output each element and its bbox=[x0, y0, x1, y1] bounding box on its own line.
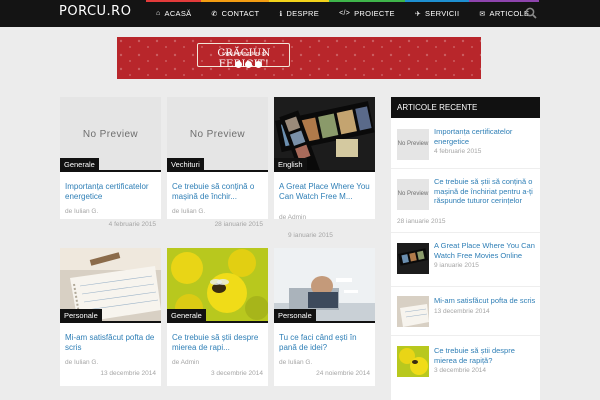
post-author[interactable]: de Admin bbox=[167, 359, 268, 366]
recent-article-title[interactable]: Ce trebuie să știi să conțină o mașină d… bbox=[434, 177, 536, 206]
category-badge[interactable]: Personale bbox=[274, 309, 316, 323]
recent-article-item[interactable]: A Great Place Where You Can Watch Free M… bbox=[391, 233, 540, 287]
post-author[interactable]: de Iulian G. bbox=[167, 208, 268, 215]
nav-color-stripe bbox=[329, 0, 405, 2]
recent-article-thumbnail[interactable] bbox=[397, 243, 429, 274]
post-thumbnail[interactable]: Generale bbox=[167, 248, 268, 323]
info-icon: ℹ bbox=[279, 10, 283, 18]
nav-color-stripe bbox=[146, 0, 202, 2]
post-author[interactable]: de Iulian G. bbox=[60, 208, 161, 215]
recent-articles-widget: ARTICOLE RECENTE No Preview Importanța c… bbox=[391, 97, 540, 400]
post-thumbnail[interactable]: No Preview Generale bbox=[60, 97, 161, 172]
post-card[interactable]: Personale Tu ce faci când ești în pană d… bbox=[274, 248, 375, 386]
post-title[interactable]: Ce trebuie să știi despre mierea de rapi… bbox=[167, 323, 268, 357]
nav-item-servicii[interactable]: ✈ SERVICII bbox=[404, 0, 470, 27]
post-date: 24 noiembrie 2014 bbox=[316, 370, 370, 377]
nav-color-stripe bbox=[404, 0, 470, 2]
recent-article-item[interactable]: No Preview Ce trebuie să știi să conțină… bbox=[391, 169, 540, 233]
film-strip-image bbox=[397, 243, 429, 274]
no-preview-label: No Preview bbox=[189, 129, 246, 140]
post-date: 28 ianuarie 2015 bbox=[214, 221, 263, 228]
post-title[interactable]: Importanța certificatelor energetice bbox=[60, 172, 161, 206]
post-card[interactable]: No Preview Vechituri Ce trebuie să conți… bbox=[167, 97, 268, 228]
category-badge[interactable]: Generale bbox=[167, 309, 206, 323]
no-preview-label: No Preview bbox=[397, 191, 429, 197]
nav-item-despre[interactable]: ℹ DESPRE bbox=[269, 0, 330, 27]
search-icon[interactable] bbox=[525, 7, 537, 19]
category-badge[interactable]: Generale bbox=[60, 158, 99, 172]
recent-article-thumbnail[interactable]: No Preview bbox=[397, 129, 429, 160]
category-badge[interactable]: Vechituri bbox=[167, 158, 204, 172]
post-author[interactable]: de Iulian G. bbox=[274, 359, 375, 366]
category-badge[interactable]: English bbox=[274, 158, 307, 172]
post-card[interactable]: English A Great Place Where You Can Watc… bbox=[274, 97, 375, 239]
banner-pattern bbox=[117, 37, 481, 79]
nav-color-stripe bbox=[201, 0, 270, 2]
code-icon: </> bbox=[339, 10, 351, 17]
nav-item-proiecte[interactable]: </> PROIECTE bbox=[329, 0, 405, 27]
recent-article-thumbnail[interactable]: No Preview bbox=[397, 179, 429, 210]
recent-article-title[interactable]: A Great Place Where You Can Watch Free M… bbox=[434, 241, 536, 260]
post-author[interactable]: de Admin bbox=[274, 214, 311, 221]
post-card[interactable]: Generale Ce trebuie să știi despre miere… bbox=[167, 248, 268, 386]
banner-social-icons bbox=[235, 61, 262, 68]
recent-article-title[interactable]: Ce trebuie să știi despre mierea de rapi… bbox=[434, 346, 536, 365]
nav-label: PROIECTE bbox=[354, 9, 395, 18]
post-author[interactable]: de Iulian G. bbox=[60, 359, 161, 366]
instagram-icon[interactable] bbox=[255, 61, 262, 68]
post-thumbnail[interactable]: English bbox=[274, 97, 375, 172]
post-date: 4 februarie 2015 bbox=[108, 221, 156, 228]
recent-article-date: 9 ianuarie 2015 bbox=[434, 262, 479, 269]
recent-article-item[interactable]: Ce trebuie să știi despre mierea de rapi… bbox=[391, 336, 540, 396]
nav-color-stripe bbox=[269, 0, 330, 2]
post-date: 13 decembrie 2014 bbox=[100, 370, 156, 377]
post-thumbnail[interactable]: No Preview Vechituri bbox=[167, 97, 268, 172]
banner-url: www.treningstore.ro bbox=[222, 51, 267, 57]
post-thumbnail[interactable]: Personale bbox=[60, 248, 161, 323]
nav-label: ARTICOLE bbox=[489, 9, 530, 18]
recent-article-date: 3 decembrie 2014 bbox=[434, 367, 487, 374]
recent-article-title[interactable]: Importanța certificatelor energetice bbox=[434, 127, 536, 146]
nav-item-acasa[interactable]: ⌂ ACASĂ bbox=[146, 0, 202, 27]
recent-article-thumbnail[interactable] bbox=[397, 296, 429, 327]
comments-icon: ✉ bbox=[479, 10, 486, 18]
site-logo[interactable]: PORCU.RO bbox=[59, 4, 131, 19]
home-icon: ⌂ bbox=[156, 10, 161, 17]
no-preview-label: No Preview bbox=[82, 129, 139, 140]
main-menu: ⌂ ACASĂ ✆ CONTACT ℹ DESPRE </> PROIECTE … bbox=[146, 0, 540, 27]
recent-article-title[interactable]: Mi-am satisfăcut pofta de scris bbox=[434, 296, 536, 306]
top-navigation-bar: PORCU.RO ⌂ ACASĂ ✆ CONTACT ℹ DESPRE </> … bbox=[0, 0, 600, 27]
bullhorn-icon: ✈ bbox=[414, 10, 422, 18]
nav-label: DESPRE bbox=[286, 9, 320, 18]
facebook-icon[interactable] bbox=[235, 61, 242, 68]
post-date: 3 decembrie 2014 bbox=[210, 370, 263, 377]
nav-item-contact[interactable]: ✆ CONTACT bbox=[201, 0, 270, 27]
bee-flower-image bbox=[397, 346, 429, 377]
recent-article-thumbnail[interactable] bbox=[397, 346, 429, 377]
post-title[interactable]: Ce trebuie să conțină o mașină de închir… bbox=[167, 172, 268, 206]
post-thumbnail[interactable]: Personale bbox=[274, 248, 375, 323]
nav-label: SERVICII bbox=[425, 9, 460, 18]
post-title[interactable]: Tu ce faci când ești în pană de idei? bbox=[274, 323, 375, 357]
post-title[interactable]: Mi-am satisfăcut pofta de scris bbox=[60, 323, 161, 357]
post-card[interactable]: Personale Mi-am satisfăcut pofta de scri… bbox=[60, 248, 161, 386]
recent-article-date: 4 februarie 2015 bbox=[434, 148, 482, 155]
phone-icon: ✆ bbox=[211, 10, 218, 18]
christmas-banner[interactable]: CRĂCIUN FERICIT! www.treningstore.ro bbox=[117, 37, 481, 79]
widget-heading: ARTICOLE RECENTE bbox=[391, 97, 540, 118]
post-title[interactable]: A Great Place Where You Can Watch Free M… bbox=[274, 172, 375, 206]
recent-article-date: 13 decembrie 2014 bbox=[434, 307, 490, 315]
notebook-image bbox=[397, 296, 429, 327]
recent-article-item[interactable]: No Preview Importanța certificatelor ene… bbox=[391, 118, 540, 169]
post-date: 9 ianuarie 2015 bbox=[288, 232, 333, 239]
post-card[interactable]: No Preview Generale Importanța certifica… bbox=[60, 97, 161, 228]
nav-label: CONTACT bbox=[221, 9, 260, 18]
recent-article-date: 28 ianuarie 2015 bbox=[397, 218, 446, 225]
twitter-icon[interactable] bbox=[245, 61, 252, 68]
no-preview-label: No Preview bbox=[397, 141, 429, 147]
category-badge[interactable]: Personale bbox=[60, 309, 102, 323]
nav-color-stripe bbox=[469, 0, 540, 2]
recent-article-item[interactable]: Mi-am satisfăcut pofta de scris 13 decem… bbox=[391, 287, 540, 336]
nav-label: ACASĂ bbox=[164, 9, 192, 18]
